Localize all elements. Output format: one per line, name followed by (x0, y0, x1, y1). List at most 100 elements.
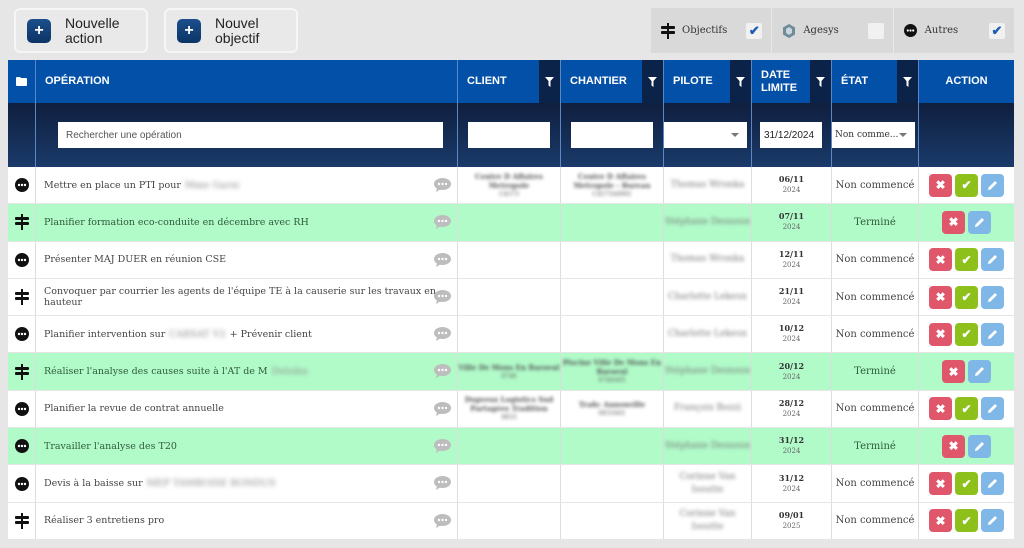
filter-funnel-icon[interactable] (897, 60, 918, 103)
delete-button[interactable]: ✖ (929, 173, 952, 197)
edit-button[interactable] (981, 397, 1004, 421)
new-action-button[interactable]: + Nouvelle action (14, 8, 148, 53)
validate-button[interactable]: ✔ (955, 173, 978, 197)
date-limite-cell: 06/11 2024 (752, 167, 832, 204)
filter-funnel-icon[interactable] (810, 60, 831, 103)
date-filter-input[interactable]: 31/12/2024 (760, 122, 822, 148)
pilote-filter-select[interactable] (664, 122, 747, 148)
chantier-filter-input[interactable] (571, 122, 653, 148)
filter-agesys[interactable]: Agesys (772, 8, 894, 53)
status-text: Terminé (854, 440, 896, 452)
comment-icon[interactable] (434, 178, 451, 195)
operation-search-input[interactable]: Rechercher une opération (58, 122, 443, 148)
comment-icon[interactable] (434, 327, 451, 344)
column-pilote[interactable]: PILOTE (664, 60, 752, 103)
pilote-cell: Thomas Wronka (664, 167, 752, 204)
validate-button[interactable]: ✔ (955, 472, 978, 496)
table-row[interactable]: Travailler l'analyse des T20 Stéphane De… (8, 428, 1014, 466)
autres-checkbox[interactable]: ✔ (988, 22, 1005, 39)
new-action-label: Nouvelle action (65, 14, 120, 46)
edit-button[interactable] (981, 509, 1004, 533)
comment-icon[interactable] (434, 215, 451, 232)
edit-button[interactable] (981, 322, 1004, 346)
comment-icon[interactable] (434, 513, 451, 531)
delete-button[interactable]: ✖ (942, 434, 965, 458)
table-row[interactable]: Convoquer par courrier les agents de l'é… (8, 278, 1014, 317)
delete-button[interactable]: ✖ (929, 322, 952, 346)
table-row[interactable]: Réaliser l'analyse des causes suite à l'… (8, 353, 1014, 391)
operation-cell[interactable]: Convoquer par courrier les agents de l'é… (36, 278, 458, 316)
validate-button[interactable]: ✔ (955, 509, 978, 533)
pilote-cell: François Bozzi (664, 390, 752, 428)
date-limite-cell: 12/11 2024 (752, 241, 832, 278)
edit-button[interactable] (968, 360, 991, 384)
etat-cell: Non commencé (832, 278, 919, 316)
delete-button[interactable]: ✖ (929, 397, 952, 421)
etat-filter-select[interactable]: Non comme... (832, 122, 915, 148)
operation-cell[interactable]: Présenter MAJ DUER en réunion CSE (36, 241, 458, 278)
client-cell (458, 465, 561, 502)
date-limite-cell: 31/12 2024 (752, 428, 832, 465)
operation-cell[interactable]: Devis à la baisse sur MEP TAMBOISE BONDU… (36, 465, 458, 502)
delete-button[interactable]: ✖ (929, 285, 952, 309)
comment-icon[interactable] (434, 364, 451, 381)
column-chantier[interactable]: CHANTIER (561, 60, 664, 103)
table-row[interactable]: Planifier intervention sur CARSAT V2 + P… (8, 316, 1014, 354)
validate-button[interactable]: ✔ (955, 248, 978, 272)
edit-button[interactable] (968, 210, 991, 234)
status-text: Non commencé (835, 515, 915, 527)
edit-button[interactable] (981, 285, 1004, 309)
filter-funnel-icon[interactable] (539, 60, 560, 103)
table-row[interactable]: Mettre en place un PTI pour Mme Garni Ce… (8, 167, 1014, 205)
column-client[interactable]: CLIENT (458, 60, 561, 103)
validate-button[interactable]: ✔ (955, 285, 978, 309)
operation-cell[interactable]: Réaliser 3 entretiens pro (36, 502, 458, 539)
date-limite-cell: 21/11 2024 (752, 278, 832, 316)
operation-cell[interactable]: Planifier intervention sur CARSAT V2 + P… (36, 316, 458, 353)
table-row[interactable]: Devis à la baisse sur MEP TAMBOISE BONDU… (8, 465, 1014, 503)
objectifs-checkbox[interactable]: ✔ (746, 22, 763, 39)
validate-button[interactable]: ✔ (955, 322, 978, 346)
filter-funnel-icon[interactable] (730, 60, 751, 103)
delete-button[interactable]: ✖ (942, 210, 965, 234)
comment-icon[interactable] (434, 439, 451, 456)
column-etat[interactable]: ÉTAT (832, 60, 919, 103)
client-cell (458, 204, 561, 241)
comment-icon[interactable] (434, 289, 451, 307)
delete-button[interactable]: ✖ (929, 509, 952, 533)
action-cell: ✖ (919, 428, 1014, 464)
table-row[interactable]: Réaliser 3 entretiens pro Corinne Van Is… (8, 502, 1014, 540)
table-row[interactable]: Planifier la revue de contrat annuelle D… (8, 390, 1014, 429)
delete-button[interactable]: ✖ (929, 472, 952, 496)
operation-cell[interactable]: Planifier la revue de contrat annuelle (36, 390, 458, 428)
operation-cell[interactable]: Travailler l'analyse des T20 (36, 428, 458, 465)
delete-button[interactable]: ✖ (942, 360, 965, 384)
etat-cell: Non commencé (832, 316, 919, 353)
table-row[interactable]: Planifier formation eco-conduite en déce… (8, 204, 1014, 242)
filter-funnel-icon[interactable] (642, 60, 663, 103)
client-cell: Ville De Mons En Baroeul 0746 (458, 353, 561, 390)
operation-cell[interactable]: Mettre en place un PTI pour Mme Garni (36, 167, 458, 204)
column-operation[interactable]: OPÉRATION (36, 60, 458, 103)
edit-button[interactable] (981, 472, 1004, 496)
edit-button[interactable] (981, 248, 1004, 272)
comment-icon[interactable] (434, 401, 451, 419)
table-row[interactable]: Présenter MAJ DUER en réunion CSE Thomas… (8, 241, 1014, 279)
delete-button[interactable]: ✖ (929, 248, 952, 272)
comment-icon[interactable] (434, 252, 451, 270)
comment-icon[interactable] (434, 476, 451, 493)
validate-button[interactable]: ✔ (955, 397, 978, 421)
client-filter-input[interactable] (468, 122, 550, 148)
etat-cell: Non commencé (832, 502, 919, 539)
ellipsis-circle-icon (8, 241, 36, 278)
edit-button[interactable] (968, 434, 991, 458)
operation-cell[interactable]: Réaliser l'analyse des causes suite à l'… (36, 353, 458, 390)
filter-objectifs[interactable]: Objectifs ✔ (651, 8, 773, 53)
status-text: Non commencé (835, 254, 915, 266)
agesys-checkbox[interactable] (867, 22, 884, 39)
operation-cell[interactable]: Planifier formation eco-conduite en déce… (36, 204, 458, 241)
column-date-limite[interactable]: DATE LIMITE (752, 60, 832, 103)
edit-button[interactable] (981, 173, 1004, 197)
new-objective-button[interactable]: + Nouvel objectif (164, 8, 298, 53)
filter-autres[interactable]: Autres ✔ (894, 8, 1014, 53)
